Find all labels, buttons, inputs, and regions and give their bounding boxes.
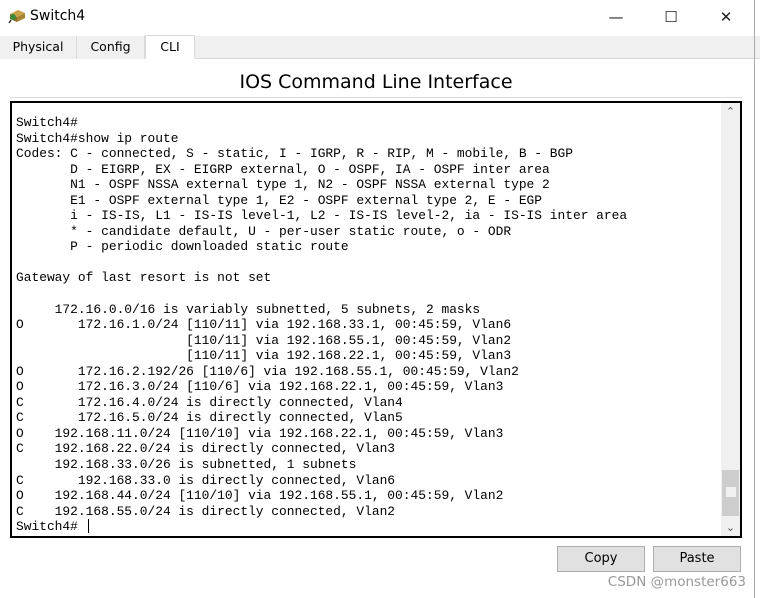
- tab-bar: Physical Config CLI: [0, 35, 760, 59]
- page-title: IOS Command Line Interface: [239, 71, 513, 93]
- terminal-line: O 192.168.11.0/24 [110/10] via 192.168.2…: [16, 425, 504, 441]
- title-bar: Switch4 — ☐ ✕: [0, 0, 760, 34]
- terminal-line: D - EIGRP, EX - EIGRP external, O - OSPF…: [16, 161, 550, 177]
- terminal-line: C 172.16.4.0/24 is directly connected, V…: [16, 394, 403, 410]
- copy-button[interactable]: Copy: [557, 546, 645, 572]
- terminal-line: E1 - OSPF external type 1, E2 - OSPF ext…: [16, 192, 543, 208]
- maximize-button[interactable]: ☐: [651, 4, 691, 30]
- terminal-line: C 172.16.5.0/24 is directly connected, V…: [16, 410, 403, 426]
- terminal-line: Switch4#show ip route: [16, 130, 179, 146]
- terminal-line: 192.168.33.0/26 is subnetted, 1 subnets: [16, 457, 357, 473]
- terminal-line: C 192.168.33.0 is directly connected, Vl…: [16, 472, 396, 488]
- text-cursor: [87, 519, 89, 534]
- terminal-line: Codes: C - connected, S - static, I - IG…: [16, 146, 573, 162]
- terminal-line: C 192.168.55.0/24 is directly connected,…: [16, 503, 396, 519]
- terminal-line: i - IS-IS, L1 - IS-IS level-1, L2 - IS-I…: [16, 208, 628, 224]
- minimize-button[interactable]: —: [596, 4, 636, 30]
- close-button[interactable]: ✕: [706, 4, 746, 30]
- scrollbar-thumb[interactable]: [722, 470, 739, 516]
- terminal-line: 172.16.0.0/16 is variably subnetted, 5 s…: [16, 301, 481, 317]
- watermark: CSDN @monster663: [607, 574, 746, 590]
- tab-physical[interactable]: Physical: [0, 36, 77, 59]
- terminal-line: Gateway of last resort is not set: [16, 270, 272, 286]
- scroll-down-icon[interactable]: ⌄: [721, 519, 740, 536]
- terminal-line: [110/11] via 192.168.55.1, 00:45:59, Vla…: [16, 332, 512, 348]
- tab-config[interactable]: Config: [77, 36, 145, 59]
- terminal-line: O 172.16.2.192/26 [110/6] via 192.168.55…: [16, 363, 519, 379]
- terminal-output: Switch4# Switch4#show ip route Codes: C - …: [16, 115, 627, 535]
- terminal-line: O 172.16.3.0/24 [110/6] via 192.168.22.1…: [16, 379, 504, 395]
- switch-icon: [8, 10, 25, 24]
- vertical-scrollbar[interactable]: ⌃ ⌄: [721, 103, 740, 536]
- terminal-line: * - candidate default, U - per-user stat…: [16, 223, 512, 239]
- tab-cli[interactable]: CLI: [145, 35, 195, 59]
- terminal-prompt: Switch4#: [16, 519, 86, 535]
- window-title: Switch4: [30, 8, 86, 24]
- divider: [10, 97, 742, 98]
- terminal-line: [110/11] via 192.168.22.1, 00:45:59, Vla…: [16, 348, 512, 364]
- window-edge: [754, 0, 755, 598]
- cli-terminal[interactable]: Switch4# Switch4#show ip route Codes: C - …: [10, 101, 742, 538]
- terminal-line: P - periodic downloaded static route: [16, 239, 349, 255]
- terminal-prompt-line[interactable]: Switch4#: [16, 519, 627, 535]
- terminal-line: O 192.168.44.0/24 [110/10] via 192.168.5…: [16, 488, 504, 504]
- terminal-line: N1 - OSPF NSSA external type 1, N2 - OSP…: [16, 177, 550, 193]
- terminal-line: C 192.168.22.0/24 is directly connected,…: [16, 441, 396, 457]
- scroll-up-icon[interactable]: ⌃: [721, 103, 740, 120]
- terminal-line: Switch4#: [16, 115, 78, 130]
- terminal-line: O 172.16.1.0/24 [110/11] via 192.168.33.…: [16, 317, 512, 333]
- paste-button[interactable]: Paste: [653, 546, 741, 572]
